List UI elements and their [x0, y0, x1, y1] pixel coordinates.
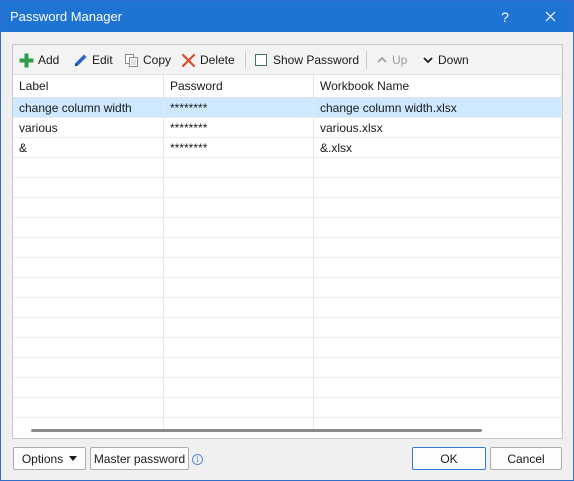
column-header-label[interactable]: Label	[13, 75, 164, 98]
options-label: Options	[21, 451, 64, 466]
workbook-cell: change column width.xlsx	[314, 98, 562, 118]
window-title: Password Manager	[10, 9, 122, 24]
horizontal-scrollbar[interactable]	[13, 426, 562, 434]
up-label: Up	[392, 53, 408, 67]
password-cell: ********	[164, 98, 314, 118]
scrollbar-thumb[interactable]	[31, 429, 482, 432]
table-row[interactable]: various ******** various.xlsx	[13, 118, 562, 138]
workbook-cell: &.xlsx	[314, 138, 562, 158]
empty-row	[13, 218, 562, 238]
copy-label: Copy	[143, 53, 172, 67]
empty-row	[13, 318, 562, 338]
table-header: Label Password Workbook Name	[13, 75, 562, 98]
options-dropdown-button[interactable]: Options	[13, 447, 86, 470]
copy-icon	[125, 53, 138, 67]
password-manager-window: Password Manager ? Add Edit Copy Delete …	[0, 0, 574, 481]
label-cell: &	[13, 138, 164, 158]
workbook-cell: various.xlsx	[314, 118, 562, 138]
down-label: Down	[438, 53, 469, 67]
up-button[interactable]: Up	[376, 50, 407, 70]
toolbar-separator	[366, 51, 367, 69]
ok-label: OK	[440, 451, 458, 466]
add-button[interactable]: Add	[19, 50, 59, 70]
help-button[interactable]: ?	[487, 1, 523, 32]
cancel-label: Cancel	[507, 451, 545, 466]
delete-button[interactable]: Delete	[181, 50, 235, 70]
dropdown-arrow-icon	[69, 456, 78, 461]
password-cell: ********	[164, 118, 314, 138]
empty-row	[13, 338, 562, 358]
empty-row	[13, 278, 562, 298]
ok-button[interactable]: OK	[412, 447, 486, 470]
toolbar: Add Edit Copy Delete Show Password Up Do…	[13, 45, 562, 75]
password-list-panel: Add Edit Copy Delete Show Password Up Do…	[12, 44, 563, 439]
table-row[interactable]: & ******** &.xlsx	[13, 138, 562, 158]
close-icon	[545, 11, 555, 22]
master-password-button[interactable]: Master password	[90, 447, 189, 470]
column-header-password[interactable]: Password	[164, 75, 314, 98]
pencil-icon	[74, 54, 87, 66]
plus-icon	[19, 53, 34, 67]
empty-row	[13, 258, 562, 278]
copy-button[interactable]: Copy	[124, 50, 171, 70]
show-password-label: Show Password	[273, 53, 360, 67]
close-button[interactable]	[532, 1, 568, 32]
chevron-up-icon	[377, 56, 387, 63]
label-cell: change column width	[13, 98, 164, 118]
title-bar: Password Manager ?	[1, 1, 573, 32]
table-row[interactable]: change column width ******** change colu…	[13, 98, 562, 118]
info-icon[interactable]: i	[192, 454, 203, 465]
edit-label: Edit	[92, 53, 113, 67]
password-cell: ********	[164, 138, 314, 158]
empty-row	[13, 378, 562, 398]
show-password-toggle[interactable]: Show Password	[255, 50, 359, 70]
cancel-button[interactable]: Cancel	[490, 447, 562, 470]
delete-label: Delete	[200, 53, 235, 67]
empty-row	[13, 178, 562, 198]
chevron-down-icon	[423, 57, 433, 64]
password-table: Label Password Workbook Name change colu…	[13, 75, 562, 433]
edit-button[interactable]: Edit	[73, 50, 113, 70]
empty-row	[13, 298, 562, 318]
column-header-workbook-name[interactable]: Workbook Name	[314, 75, 562, 98]
empty-row	[13, 198, 562, 218]
add-label: Add	[38, 53, 60, 67]
empty-row	[13, 238, 562, 258]
empty-row	[13, 158, 562, 178]
master-password-label: Master password	[93, 451, 186, 466]
empty-row	[13, 398, 562, 418]
help-label: ?	[501, 8, 509, 25]
delete-x-icon	[181, 53, 196, 67]
down-button[interactable]: Down	[422, 50, 469, 70]
label-cell: various	[13, 118, 164, 138]
empty-row	[13, 358, 562, 378]
show-password-checkbox[interactable]	[255, 54, 267, 66]
toolbar-separator	[245, 51, 246, 69]
